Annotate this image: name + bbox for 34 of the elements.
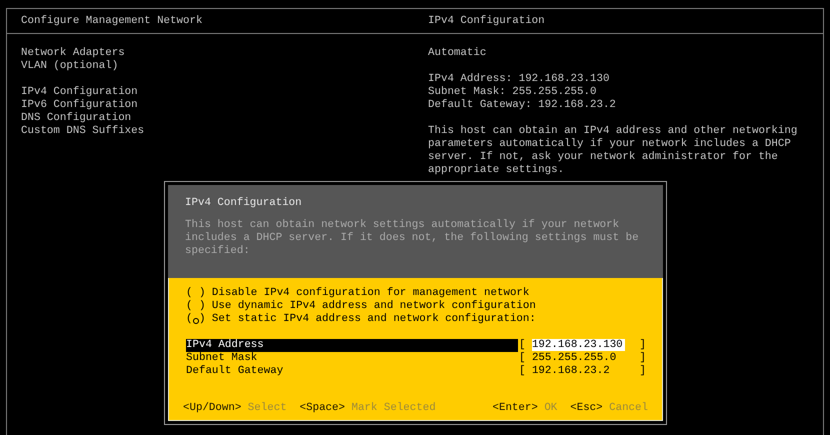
menu-item[interactable]: IPv4 Configuration [21,86,138,99]
input-field[interactable]: [ 255.255.255.0 ] [518,352,646,365]
key-hint: <Space> [300,402,345,415]
menu-item[interactable]: Custom DNS Suffixes [21,125,144,138]
field-label: Subnet Mask [186,352,258,365]
dialog-description: This host can obtain network settings automatically if your network includes a DHCP server. If it does not, the following settings must be specified: [185,219,640,258]
key-hint: <Up/Down> [183,402,242,415]
detail-line: Default Gateway: 192.168.23.2 [428,99,616,112]
menu-item[interactable]: DNS Configuration [21,112,132,125]
radio-button[interactable]: ( ) [186,287,206,300]
field-label: IPv4 Address [186,339,518,352]
radio-button[interactable]: ( ) [186,300,206,313]
detail-line: Subnet Mask: 255.255.255.0 [428,86,596,99]
detail-line: IPv4 Address: 192.168.23.130 [428,73,610,86]
panel-title: Configure Management Network [21,14,202,26]
key-action: Cancel [609,402,648,415]
menu-item[interactable]: IPv6 Configuration [21,99,138,112]
dialog-title: IPv4 Configuration [185,197,302,210]
option-label: Disable IPv4 configuration for management network [212,287,530,300]
menu-item[interactable]: Network Adapters [21,47,125,60]
panel-title: IPv4 Configuration [428,14,545,26]
key-action: OK [544,402,558,415]
option-label: Set static IPv4 address and network configuration: [212,313,536,326]
key-hint: <Esc> [570,402,603,415]
mode-text: Automatic [428,47,486,60]
option-label: Use dynamic IPv4 address and network configuration [212,300,536,313]
radio-button[interactable]: ( ) [186,313,206,326]
field-label: Default Gateway [186,365,284,378]
key-action: Mark Selected [351,402,436,415]
description-text: This host can obtain an IPv4 address and other networking parameters automatically if your network includes a DHCP server. If not, ask your network administrator for the appropriate settings. [428,125,798,177]
menu-item[interactable]: VLAN (optional) [21,60,118,73]
input-field[interactable]: [ 192.168.23.2 ] [518,365,646,378]
key-action: Select [248,402,287,415]
key-hint: <Enter> [492,402,538,415]
